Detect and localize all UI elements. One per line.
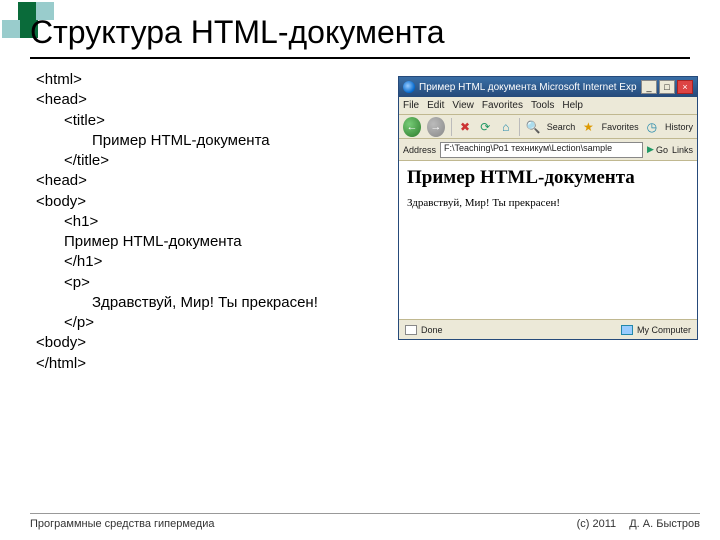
home-button[interactable]: ⌂ [499,119,513,135]
rendered-paragraph: Здравствуй, Мир! Ты прекрасен! [407,197,689,209]
code-line: <title> [64,111,318,131]
menu-view[interactable]: View [452,100,474,111]
stop-button[interactable]: ✖ [458,119,472,135]
code-line: <body> [36,333,318,353]
search-icon[interactable]: 🔍 [526,119,541,135]
favorites-label[interactable]: Favorites [602,122,639,132]
code-line: Пример HTML-документа [64,232,318,252]
zone-text: My Computer [637,325,691,335]
status-bar: Done My Computer [399,319,697,339]
done-icon [405,325,417,335]
menu-favorites[interactable]: Favorites [482,100,523,111]
ie-icon [403,81,415,93]
links-button[interactable]: Links [672,145,693,155]
page-viewport: Пример HTML-документа Здравствуй, Мир! Т… [399,161,697,319]
menu-edit[interactable]: Edit [427,100,444,111]
favorites-icon[interactable]: ★ [581,119,595,135]
toolbar: ← → ✖ ⟳ ⌂ 🔍 Search ★ Favorites ◷ History [399,115,697,139]
code-line: Здравствуй, Мир! Ты прекрасен! [92,293,318,313]
refresh-button[interactable]: ⟳ [478,119,492,135]
minimize-button[interactable]: _ [641,80,657,94]
code-line: <head> [36,171,318,191]
forward-button[interactable]: → [427,117,445,137]
status-text: Done [421,325,443,335]
code-listing: <html> <head> <title> Пример HTML-докуме… [36,70,318,374]
code-line: </title> [64,151,318,171]
footer-course: Программные средства гипермедиа [30,518,214,530]
code-line: </html> [36,354,318,374]
search-label[interactable]: Search [547,122,576,132]
browser-window: Пример HTML документа Microsoft Internet… [398,76,698,340]
address-bar: Address F:\Teaching\Ро1 техникум\Lection… [399,139,697,161]
code-line: <h1> [64,212,318,232]
titlebar[interactable]: Пример HTML документа Microsoft Internet… [399,77,697,97]
footer-copyright: (с) 2011 [577,518,617,530]
go-arrow-icon: ▶ [647,144,654,155]
separator [519,118,520,136]
rendered-h1: Пример HTML-документа [407,167,689,189]
code-line: <head> [36,90,318,110]
window-title: Пример HTML документа Microsoft Internet… [419,82,637,93]
code-line: <body> [36,192,318,212]
footer: Программные средства гипермедиа (с) 2011… [30,513,700,530]
menu-help[interactable]: Help [562,100,583,111]
maximize-button[interactable]: □ [659,80,675,94]
back-button[interactable]: ← [403,117,421,137]
code-line: <html> [36,70,318,90]
address-label: Address [403,145,436,155]
menu-file[interactable]: File [403,100,419,111]
history-icon[interactable]: ◷ [645,119,659,135]
window-buttons: _ □ × [641,80,693,94]
deco-square [2,20,20,38]
slide-title: Структура HTML-документа [30,14,690,59]
zone-icon [621,325,633,335]
code-line: </p> [64,313,318,333]
code-line: <p> [64,273,318,293]
code-line: Пример HTML-документа [92,131,318,151]
go-label: Go [656,145,668,155]
history-label[interactable]: History [665,122,693,132]
menu-tools[interactable]: Tools [531,100,554,111]
footer-author: Д. А. Быстров [629,518,700,530]
go-button[interactable]: ▶Go [647,144,668,155]
close-button[interactable]: × [677,80,693,94]
address-input[interactable]: F:\Teaching\Ро1 техникум\Lection\sample [440,142,643,158]
code-line: </h1> [64,252,318,272]
menubar: File Edit View Favorites Tools Help [399,97,697,115]
separator [451,118,452,136]
